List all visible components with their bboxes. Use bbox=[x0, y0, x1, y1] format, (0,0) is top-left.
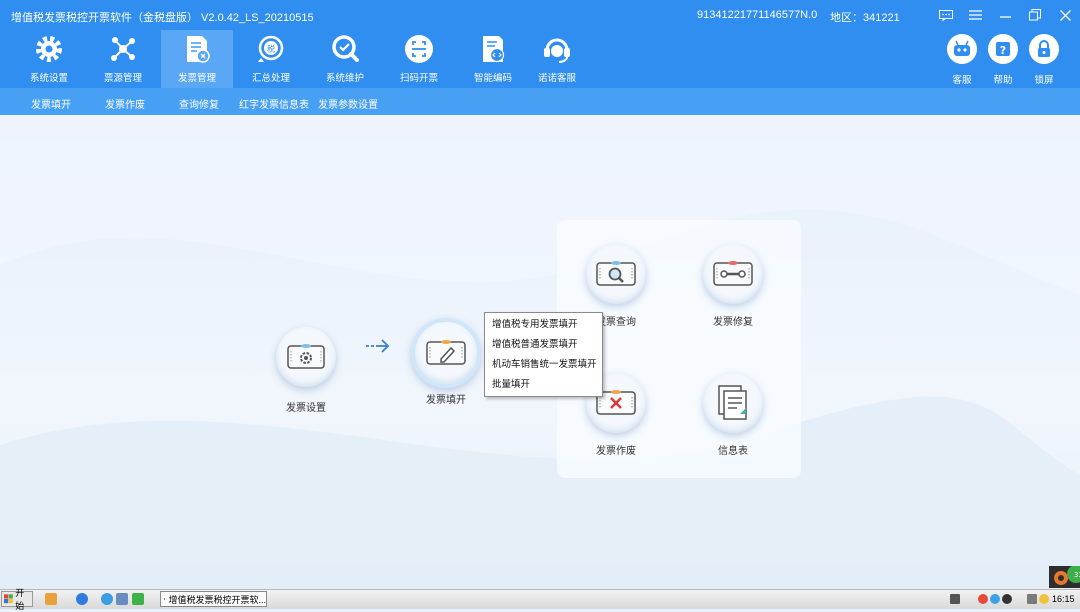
tool-ticket-source[interactable]: 票源管理 bbox=[87, 30, 159, 88]
invoice-search-icon bbox=[586, 244, 646, 304]
invoice-repair-icon bbox=[703, 244, 763, 304]
title-bar: 增值税发票税控开票软件（金税盘版） V2.0.42_LS_20210515 91… bbox=[0, 0, 1080, 30]
app-title: 增值税发票税控开票软件（金税盘版） V2.0.42_LS_20210515 bbox=[11, 12, 314, 24]
tool-label: 系统设置 bbox=[29, 73, 68, 84]
tray-icon-red[interactable] bbox=[978, 594, 988, 604]
browser-icon[interactable] bbox=[101, 593, 113, 605]
submenu-red-invoice-info[interactable]: 红字发票信息表 bbox=[239, 96, 309, 111]
node-label: 发票修复 bbox=[713, 317, 753, 328]
tool-summary[interactable]: 税 汇总处理 bbox=[235, 30, 307, 88]
tool-label: 发票管理 bbox=[177, 73, 216, 84]
start-button[interactable]: 开始 bbox=[1, 588, 33, 611]
lock-screen-button[interactable]: 锁屏 bbox=[1024, 32, 1064, 88]
menu-icon[interactable] bbox=[966, 6, 984, 24]
windows-logo-icon bbox=[4, 594, 13, 604]
scan-icon bbox=[401, 32, 437, 66]
node-label: 发票设置 bbox=[286, 403, 326, 414]
lock-icon bbox=[1029, 34, 1059, 64]
app-green-icon[interactable] bbox=[132, 593, 144, 605]
keyboard-icon[interactable] bbox=[950, 594, 960, 604]
customer-service-label: 客服 bbox=[952, 75, 972, 86]
node-label: 发票作废 bbox=[596, 446, 636, 457]
tool-smart-coding[interactable]: 智能编码 bbox=[457, 30, 529, 88]
node-label: 发票填开 bbox=[426, 395, 466, 406]
tax-id: 91341221771146577N.0 bbox=[697, 9, 818, 21]
issue-type-context-menu: 增值税专用发票填开 增值税普通发票填开 机动车销售统一发票填开 批量填开 bbox=[484, 312, 603, 397]
volume-icon[interactable] bbox=[1039, 594, 1049, 604]
app-icon: A bbox=[164, 598, 166, 601]
restore-button[interactable] bbox=[1026, 6, 1044, 24]
start-label: 开始 bbox=[15, 588, 25, 611]
customer-service-button[interactable]: 客服 bbox=[942, 32, 982, 88]
tool-label: 扫码开票 bbox=[399, 73, 438, 84]
network-icon bbox=[105, 32, 141, 66]
sub-menu-bar: 发票填开 发票作废 查询修复 红字发票信息表 发票参数设置 bbox=[0, 88, 1080, 115]
submenu-invoice-params[interactable]: 发票参数设置 bbox=[318, 96, 378, 111]
svg-text:税: 税 bbox=[267, 44, 275, 54]
badge-count: 33 bbox=[1074, 571, 1080, 579]
tool-invoice-management[interactable]: 发票管理 bbox=[161, 30, 233, 88]
node-invoice-repair[interactable]: 发票修复 bbox=[693, 244, 773, 334]
tool-scan-issue[interactable]: 扫码开票 bbox=[383, 30, 455, 88]
submenu-query-repair[interactable]: 查询修复 bbox=[179, 96, 219, 111]
main-toolbar: 系统设置 票源管理 发票管理 税 汇总处理 系统维护 扫码开票 智能编码 诺诺客… bbox=[0, 30, 1080, 88]
lock-screen-label: 锁屏 bbox=[1034, 75, 1054, 86]
issue-invoice-icon bbox=[411, 318, 481, 388]
region-label: 地区：341221 bbox=[830, 12, 900, 24]
node-info-table[interactable]: 信息表 bbox=[693, 373, 773, 463]
tool-label: 汇总处理 bbox=[251, 73, 290, 84]
submenu-issue-invoice[interactable]: 发票填开 bbox=[31, 96, 71, 111]
menu-item-batch-issue[interactable]: 批量填开 bbox=[492, 375, 530, 395]
taskbar-app-label: 增值税发票税控开票软... bbox=[168, 594, 266, 605]
qq-icon[interactable] bbox=[1002, 594, 1012, 604]
code-icon bbox=[475, 32, 511, 66]
tool-label: 诺诺客服 bbox=[537, 73, 576, 84]
taskbar-app-button[interactable]: A 增值税发票税控开票软... bbox=[160, 591, 267, 607]
svg-text:?: ? bbox=[1000, 44, 1006, 57]
close-button[interactable] bbox=[1056, 6, 1074, 24]
menu-item-normal-vat-invoice[interactable]: 增值税普通发票填开 bbox=[492, 335, 578, 355]
clock: 16:15 bbox=[1052, 594, 1075, 604]
menu-item-vehicle-sales-invoice[interactable]: 机动车销售统一发票填开 bbox=[492, 355, 597, 375]
network-tray-icon[interactable] bbox=[1027, 594, 1037, 604]
invoice-icon bbox=[179, 32, 215, 66]
gear-icon bbox=[31, 32, 67, 66]
tool-customer-service[interactable]: 诺诺客服 bbox=[521, 30, 593, 88]
invoice-settings-icon bbox=[276, 327, 336, 387]
flow-arrow-icon bbox=[366, 339, 390, 353]
tool-system-maintenance[interactable]: 系统维护 bbox=[309, 30, 381, 88]
notification-badge[interactable]: 33 bbox=[1049, 566, 1080, 588]
submenu-void-invoice[interactable]: 发票作废 bbox=[105, 96, 145, 111]
node-label: 信息表 bbox=[718, 446, 748, 457]
help-button[interactable]: ? 帮助 bbox=[983, 32, 1023, 88]
help-label: 帮助 bbox=[993, 75, 1013, 86]
robot-icon bbox=[947, 34, 977, 64]
node-invoice-setup[interactable]: 发票设置 bbox=[266, 327, 346, 417]
wrench-icon bbox=[327, 32, 363, 66]
headset-icon bbox=[539, 32, 575, 66]
minimize-button[interactable] bbox=[996, 6, 1014, 24]
menu-item-special-vat-invoice[interactable]: 增值税专用发票填开 bbox=[492, 315, 578, 335]
taskbar: 开始 A 增值税发票税控开票软... 16:15 bbox=[0, 588, 1080, 611]
tax-summary-icon: 税 bbox=[253, 32, 289, 66]
info-table-icon bbox=[703, 373, 763, 433]
node-invoice-issue[interactable]: 发票填开 bbox=[406, 318, 486, 414]
tray-icon-blue[interactable] bbox=[990, 594, 1000, 604]
tool-label: 票源管理 bbox=[103, 73, 142, 84]
tool-system-settings[interactable]: 系统设置 bbox=[13, 30, 85, 88]
help-icon: ? bbox=[988, 34, 1018, 64]
tool-label: 系统维护 bbox=[325, 73, 364, 84]
ie-icon[interactable] bbox=[76, 593, 88, 605]
quick-launch-icon[interactable] bbox=[45, 593, 57, 605]
message-icon[interactable] bbox=[937, 6, 955, 24]
explorer-icon[interactable] bbox=[116, 593, 128, 605]
tool-label: 智能编码 bbox=[473, 73, 512, 84]
